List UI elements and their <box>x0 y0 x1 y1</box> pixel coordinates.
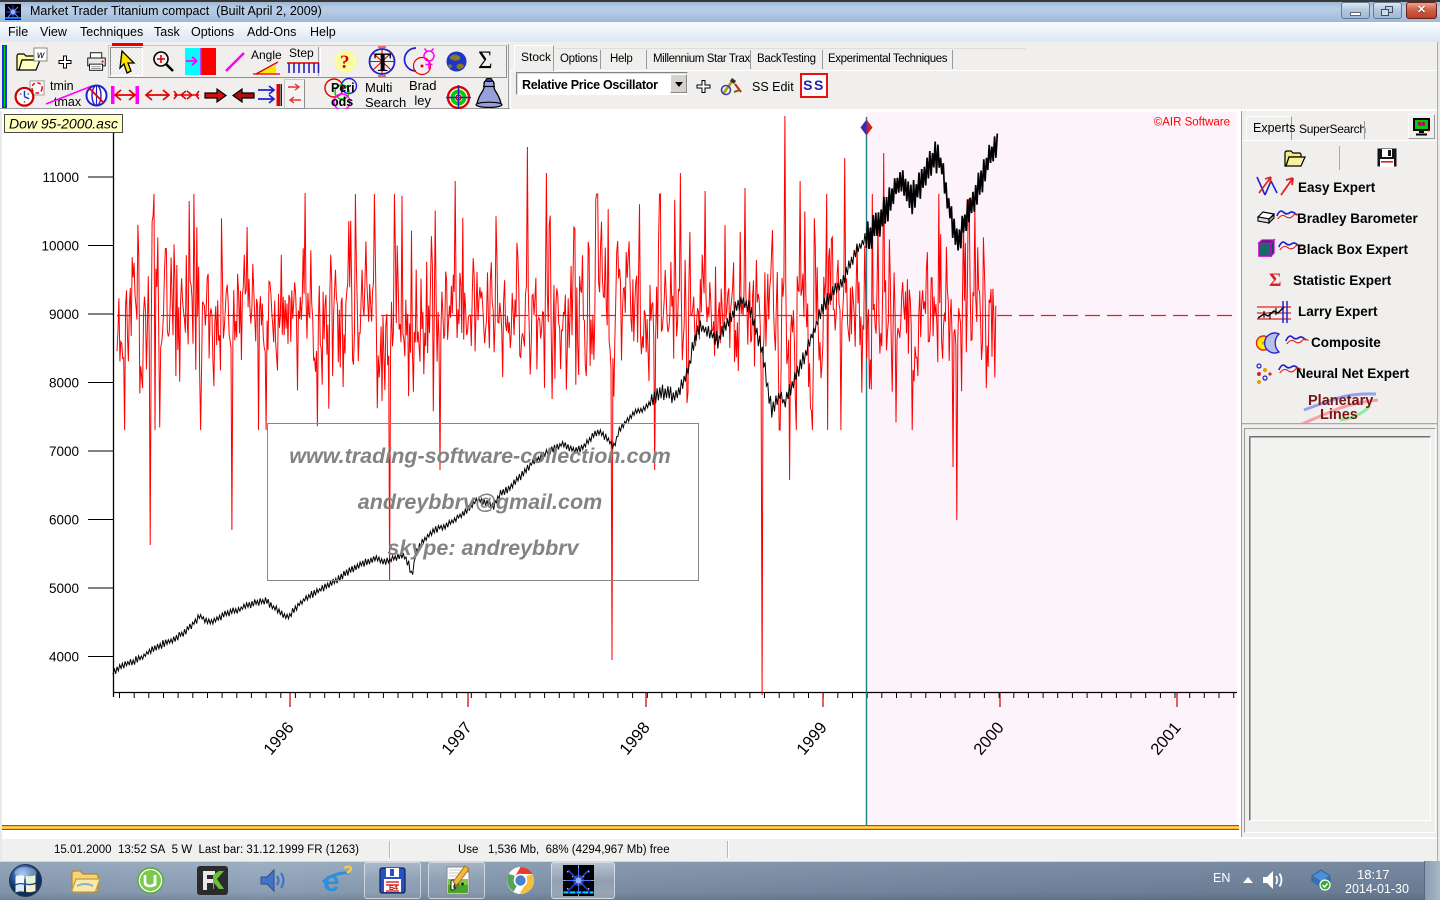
svg-text:11000: 11000 <box>42 170 79 185</box>
svg-text:Б4: Б4 <box>389 885 398 892</box>
svg-text:1998: 1998 <box>616 719 653 759</box>
svg-text:4000: 4000 <box>49 650 79 665</box>
svg-text:6000: 6000 <box>49 513 79 528</box>
svg-text:skype: andreybbrv: skype: andreybbrv <box>387 536 579 560</box>
svg-text:10000: 10000 <box>41 239 79 254</box>
svg-text:andreybbrv@gmail.com: andreybbrv@gmail.com <box>358 490 602 514</box>
svg-text:1999: 1999 <box>793 719 830 759</box>
svg-text:©AIR Software: ©AIR Software <box>1154 117 1230 129</box>
svg-text:?: ? <box>340 52 350 73</box>
svg-text:Dow 95-2000.asc: Dow 95-2000.asc <box>9 116 118 132</box>
svg-text:www.trading-software-collectio: www.trading-software-collection.com <box>289 444 670 468</box>
svg-text:7000: 7000 <box>49 444 79 459</box>
svg-text:w: w <box>37 50 45 61</box>
svg-text:1996: 1996 <box>260 719 297 759</box>
svg-text:8000: 8000 <box>49 376 79 391</box>
svg-text:5000: 5000 <box>49 581 79 596</box>
svg-text:T: T <box>374 48 391 77</box>
svg-text:9000: 9000 <box>49 307 79 322</box>
svg-text:1997: 1997 <box>438 719 475 759</box>
